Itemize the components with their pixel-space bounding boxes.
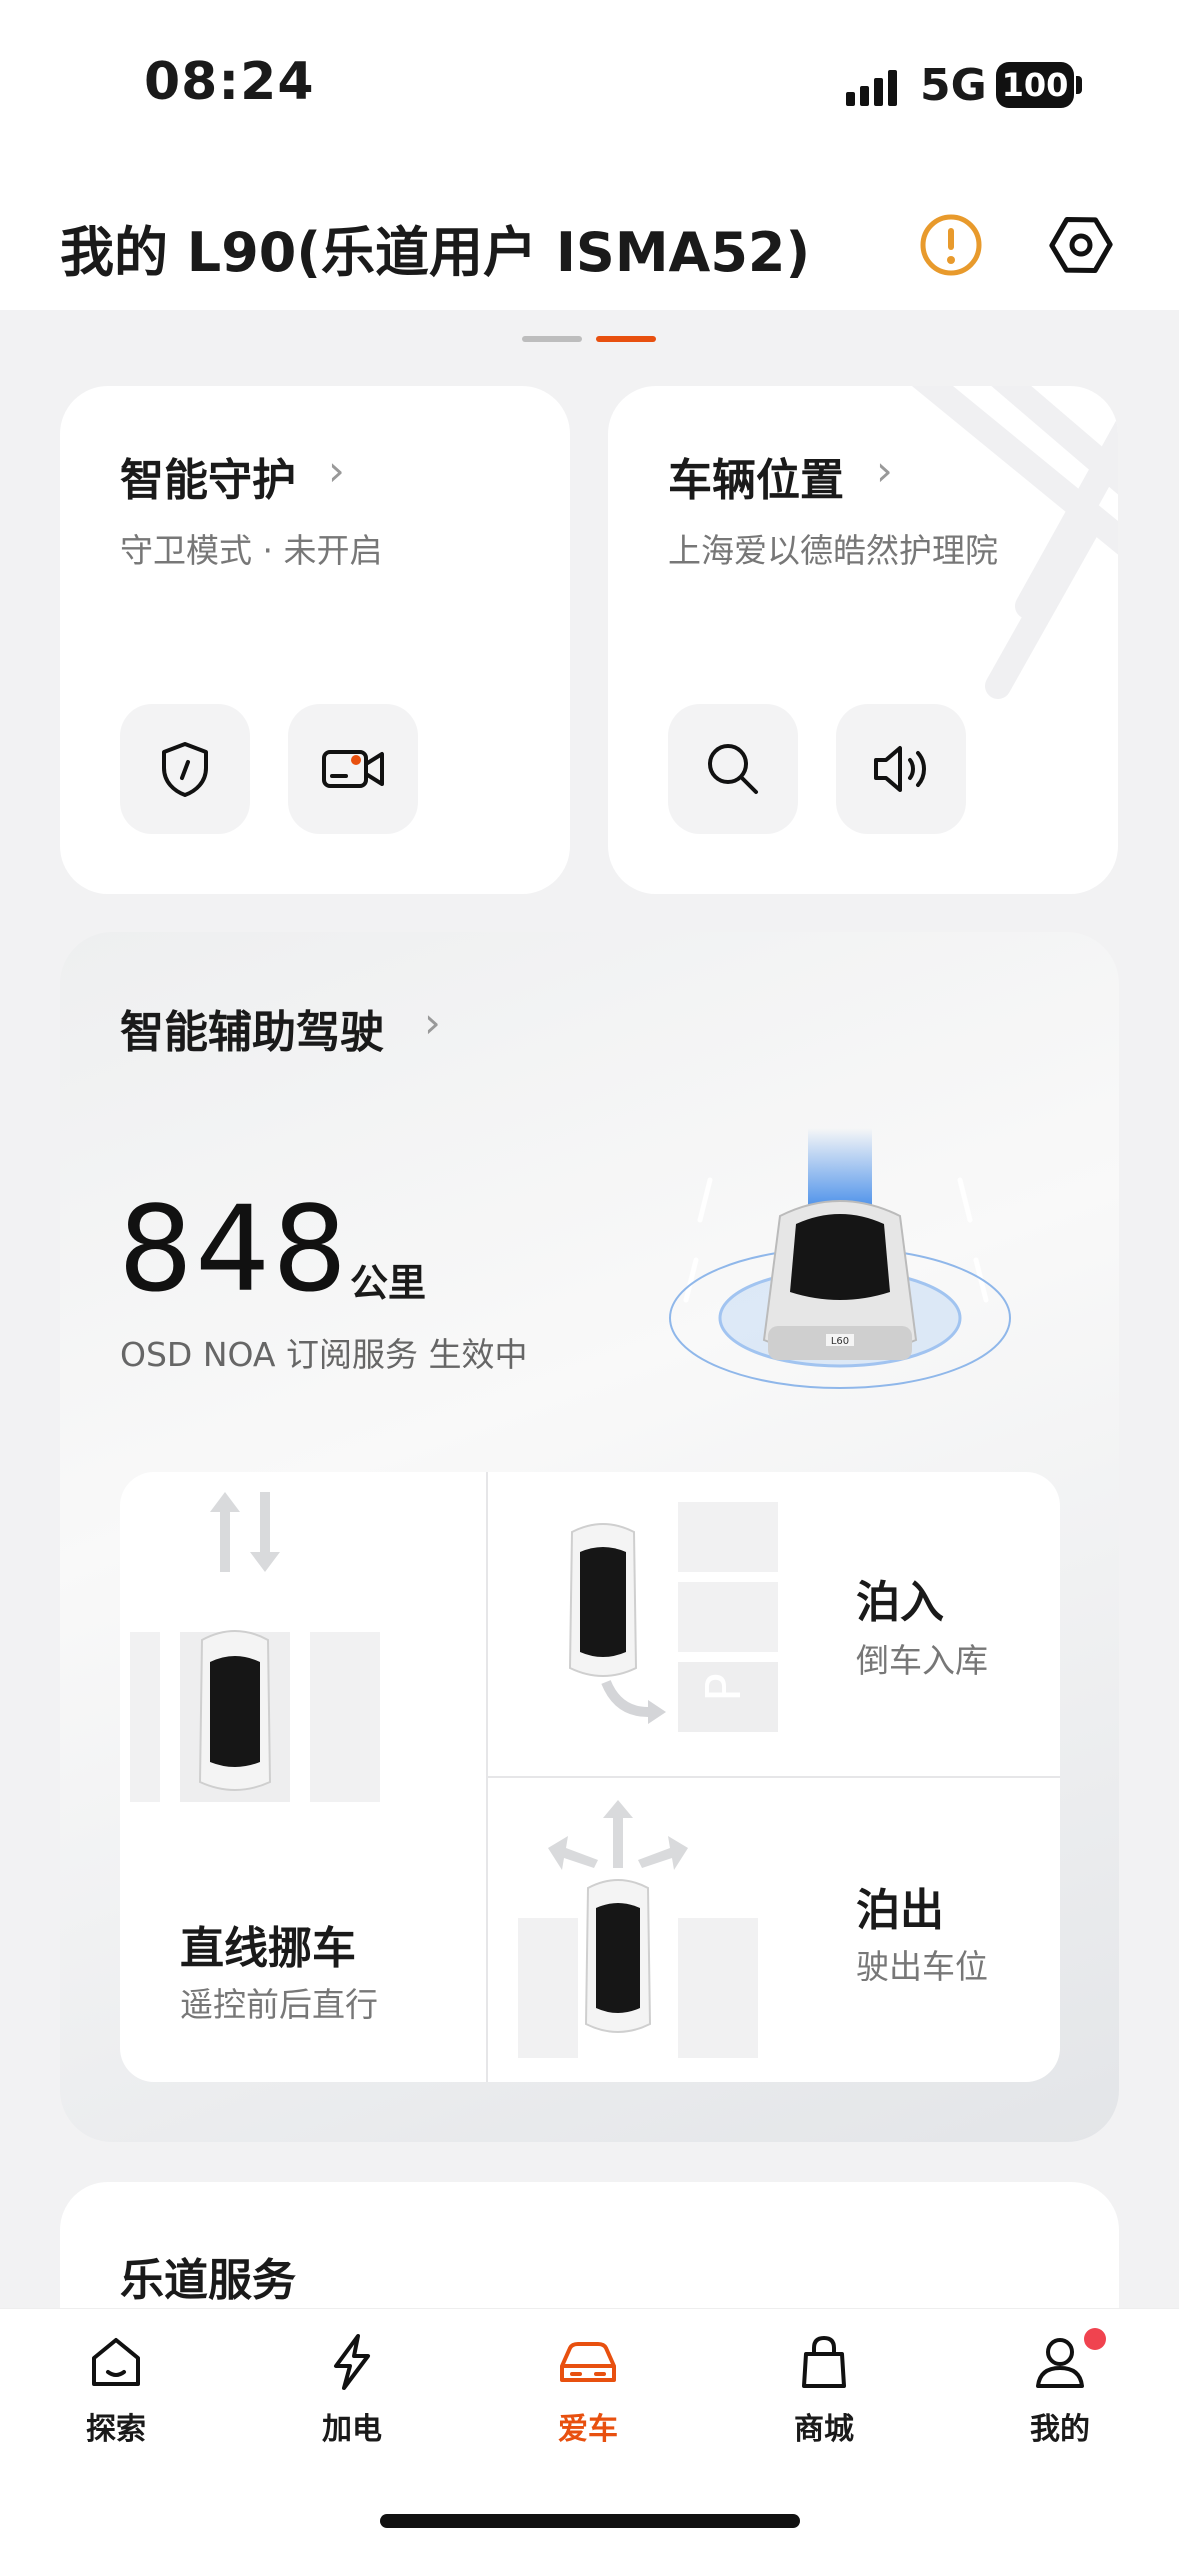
chevron-right-icon: ›	[424, 998, 441, 1047]
smart-guard-subtitle: 守卫模式 · 未开启	[120, 531, 383, 570]
subscription-status: OSD NOA 订阅服务 生效中	[120, 1335, 528, 1374]
dashcam-button[interactable]	[288, 704, 418, 834]
shield-button[interactable]	[120, 704, 250, 834]
notification-badge	[1084, 2328, 1106, 2350]
home-icon	[92, 2338, 140, 2386]
locate-search-button[interactable]	[668, 704, 798, 834]
shopping-bag-icon	[802, 2335, 846, 2388]
smart-guard-title: 智能守护	[120, 455, 296, 506]
nav-charge-label: 加电	[322, 2412, 382, 2447]
car-illustration: L60	[669, 1128, 1011, 1389]
park-in-illustration: P	[568, 1502, 778, 1732]
page-title[interactable]: 我的 L90(乐道用户 ISMA52)	[60, 208, 810, 287]
page-indicator-inactive	[522, 336, 582, 342]
nav-explore[interactable]: 探索	[36, 2330, 196, 2448]
park-out-tile[interactable]	[488, 1778, 1060, 2082]
park-in-title: 泊入	[856, 1577, 944, 1628]
honk-button[interactable]	[836, 704, 966, 834]
assisted-driving-title[interactable]: 智能辅助驾驶	[120, 996, 384, 1060]
page-indicator-active	[596, 336, 656, 342]
vehicle-location-title: 车辆位置	[668, 455, 844, 506]
park-out-illustration	[518, 1800, 758, 2058]
nav-mine-label: 我的	[1030, 2412, 1090, 2447]
svg-text:P: P	[696, 1673, 752, 1702]
settings-icon[interactable]	[1046, 210, 1116, 280]
straight-move-title: 直线挪车	[180, 1923, 356, 1974]
car-icon	[560, 2342, 616, 2382]
park-in-tile[interactable]: P	[488, 1472, 1060, 1776]
status-time: 08:24	[144, 52, 315, 112]
distance-unit: 公里	[350, 1261, 427, 1305]
park-out-subtitle: 驶出车位	[856, 1947, 988, 1986]
chevron-right-icon: ›	[876, 446, 893, 495]
search-icon	[708, 744, 758, 794]
speaker-icon	[874, 746, 926, 792]
battery-tip	[1076, 76, 1082, 94]
camera-icon	[322, 750, 384, 788]
nav-my-car[interactable]: 爱车	[508, 2330, 668, 2448]
lightning-icon	[334, 2334, 370, 2390]
park-in-subtitle: 倒车入库	[856, 1641, 988, 1680]
nav-mine[interactable]: 我的	[980, 2330, 1140, 2448]
nav-shop[interactable]: 商城	[744, 2330, 904, 2448]
battery-indicator: 100	[996, 62, 1074, 108]
car-plate-text: L60	[831, 1336, 849, 1347]
nav-charge[interactable]: 加电	[272, 2330, 432, 2448]
warning-icon[interactable]	[916, 210, 986, 280]
chevron-right-icon: ›	[328, 446, 345, 495]
user-icon	[1036, 2338, 1084, 2388]
network-label: 5G	[920, 60, 987, 111]
remaining-distance-value: 848	[118, 1180, 350, 1318]
service-title: 乐道服务	[120, 2255, 296, 2306]
nav-my-car-label: 爱车	[558, 2412, 618, 2447]
shield-icon	[162, 742, 208, 797]
straight-move-illustration	[130, 1492, 380, 1802]
nav-shop-label: 商城	[794, 2412, 854, 2447]
park-out-title: 泊出	[856, 1885, 944, 1936]
signal-icon	[846, 70, 897, 106]
straight-move-subtitle: 遥控前后直行	[180, 1985, 378, 2024]
vehicle-location-address: 上海爱以德皓然护理院	[668, 531, 998, 570]
home-indicator	[380, 2514, 800, 2528]
nav-explore-label: 探索	[86, 2412, 146, 2447]
